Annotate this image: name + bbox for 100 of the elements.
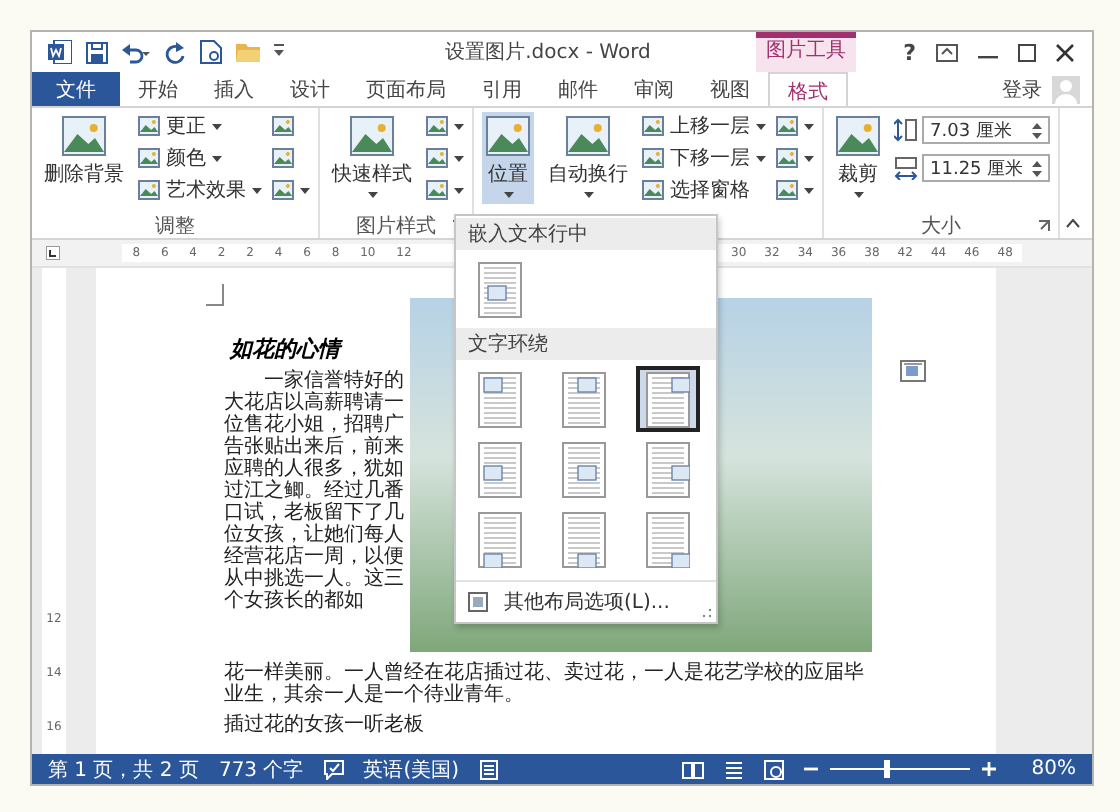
sign-in-link[interactable]: 登录 <box>1002 75 1042 103</box>
resize-grip-icon[interactable] <box>702 608 712 618</box>
context-tab-header: 图片工具 <box>756 32 856 72</box>
picture-icon <box>776 180 798 200</box>
ribbon-tab[interactable]: 格式 <box>768 72 848 106</box>
caret-icon <box>454 123 464 129</box>
proofing-icon[interactable] <box>323 759 344 779</box>
zoom-level[interactable]: 80% <box>1031 758 1076 780</box>
ribbon-menu-button[interactable]: 艺术效果 <box>138 176 262 204</box>
picture-icon <box>776 116 798 136</box>
picture-icon <box>138 180 160 200</box>
ribbon-display-icon[interactable] <box>936 43 958 61</box>
caret-icon <box>804 123 814 129</box>
ribbon-tab[interactable]: 视图 <box>692 72 768 106</box>
page-layout-icon <box>478 371 522 427</box>
ribbon-button[interactable]: 快速样式 <box>328 112 416 204</box>
tab-selector-icon[interactable] <box>46 246 60 260</box>
language-indicator[interactable]: 英语(美国) <box>363 755 460 783</box>
maximize-icon[interactable] <box>1018 43 1036 61</box>
ribbon-tab[interactable]: 审阅 <box>616 72 692 106</box>
read-mode-icon[interactable] <box>681 759 704 779</box>
caret-icon <box>367 192 377 198</box>
ribbon-button[interactable]: 删除背景 <box>40 112 128 204</box>
ribbon-tab[interactable]: 插入 <box>196 72 272 106</box>
picture-icon <box>642 180 664 200</box>
margin-mark <box>206 284 224 306</box>
ribbon-menu-button[interactable]: 更正 <box>138 112 262 140</box>
ribbon-menu-button[interactable]: 颜色 <box>138 144 262 172</box>
layout-icon <box>468 592 488 612</box>
body-text-line: 插过花的女孩一听老板 <box>224 714 426 736</box>
page-layout-icon <box>562 371 606 427</box>
icon-button[interactable] <box>426 144 464 172</box>
picture-icon <box>566 116 610 156</box>
word-logo-icon[interactable] <box>48 40 72 64</box>
window-title: 设置图片.docx - Word <box>443 39 653 66</box>
caret-icon <box>853 192 863 198</box>
page-layout-icon <box>646 511 690 567</box>
ribbon-button[interactable]: 位置 <box>482 112 534 204</box>
close-icon[interactable] <box>1056 43 1074 61</box>
help-button[interactable]: ? <box>903 39 916 65</box>
zoom-out-icon[interactable] <box>803 762 818 776</box>
layout-options-icon[interactable] <box>900 360 926 382</box>
picture-icon <box>272 180 294 200</box>
spin-field[interactable]: 7.03 厘米 <box>922 116 1050 144</box>
ribbon-button[interactable]: 裁剪 <box>832 112 884 204</box>
undo-icon[interactable] <box>122 41 150 63</box>
spin-field[interactable]: 11.25 厘米 <box>922 154 1050 182</box>
page-layout-icon <box>478 511 522 567</box>
ribbon-menu-button[interactable]: 下移一层 <box>642 144 766 172</box>
ribbon-tab[interactable]: 邮件 <box>540 72 616 106</box>
zoom-in-icon[interactable] <box>981 762 996 776</box>
icon-button[interactable] <box>776 112 814 140</box>
spin-arrows-icon[interactable] <box>1032 159 1042 177</box>
ribbon-button[interactable]: 自动换行 <box>544 112 632 204</box>
ribbon-tab[interactable]: 引用 <box>464 72 540 106</box>
more-layout-options[interactable]: 其他布局选项(L)... <box>456 580 716 616</box>
icon-button[interactable] <box>776 176 814 204</box>
picture-icon <box>836 116 880 156</box>
save-icon[interactable] <box>86 41 108 63</box>
page-layout-icon <box>478 441 522 497</box>
picture-icon <box>62 116 106 156</box>
ribbon-tab[interactable]: 文件 <box>32 72 120 106</box>
icon-button[interactable] <box>426 176 464 204</box>
caret-icon <box>583 192 593 198</box>
picture-icon <box>272 116 294 136</box>
group-label: 图片样式 <box>356 213 436 240</box>
body-text: 一家信誉特好的大花店以高薪聘请一位售花小姐，招聘广告张贴出来后，前来应聘的人很多，犹如过江之鲫。经过几番口试，老板留下了几位女孩，让她们每人经营花店一周，以便从中挑选一人。这三个女孩长的都如 <box>224 370 404 612</box>
ribbon-tab[interactable]: 页面布局 <box>348 72 464 106</box>
ribbon-tab[interactable]: 设计 <box>272 72 348 106</box>
icon-button[interactable] <box>776 144 814 172</box>
ribbon-menu-button[interactable]: 上移一层 <box>642 112 766 140</box>
group-label: 调整 <box>155 214 195 240</box>
ribbon-menu-button[interactable]: 选择窗格 <box>642 176 766 204</box>
ribbon-tab[interactable]: 开始 <box>120 72 196 106</box>
macro-icon[interactable] <box>479 759 498 779</box>
page-layout-icon <box>478 261 522 317</box>
caret-icon <box>756 155 766 161</box>
page-icon[interactable] <box>200 40 222 64</box>
redo-icon[interactable] <box>164 41 186 63</box>
caret-icon <box>300 187 310 193</box>
picture-icon <box>138 116 160 136</box>
web-layout-icon[interactable] <box>763 759 784 779</box>
customize-icon[interactable] <box>274 44 284 60</box>
picture-icon <box>776 148 798 168</box>
page-layout-icon <box>646 371 690 427</box>
picture-icon <box>486 116 530 156</box>
icon-button[interactable] <box>426 112 464 140</box>
icon-button[interactable] <box>272 176 310 204</box>
caret-icon <box>756 123 766 129</box>
page-count[interactable]: 第 1 页，共 2 页 <box>48 755 199 783</box>
word-count[interactable]: 773 个字 <box>218 755 304 783</box>
layout-option[interactable] <box>636 366 700 432</box>
spin-arrows-icon[interactable] <box>1032 121 1042 139</box>
caret-icon <box>454 187 464 193</box>
caret-icon <box>212 123 222 129</box>
zoom-slider-thumb[interactable] <box>883 760 890 778</box>
caret-icon <box>804 187 814 193</box>
collapse-ribbon-icon[interactable] <box>1066 218 1080 228</box>
dialog-launcher-icon[interactable] <box>1038 220 1050 232</box>
print-layout-icon[interactable] <box>723 759 744 779</box>
